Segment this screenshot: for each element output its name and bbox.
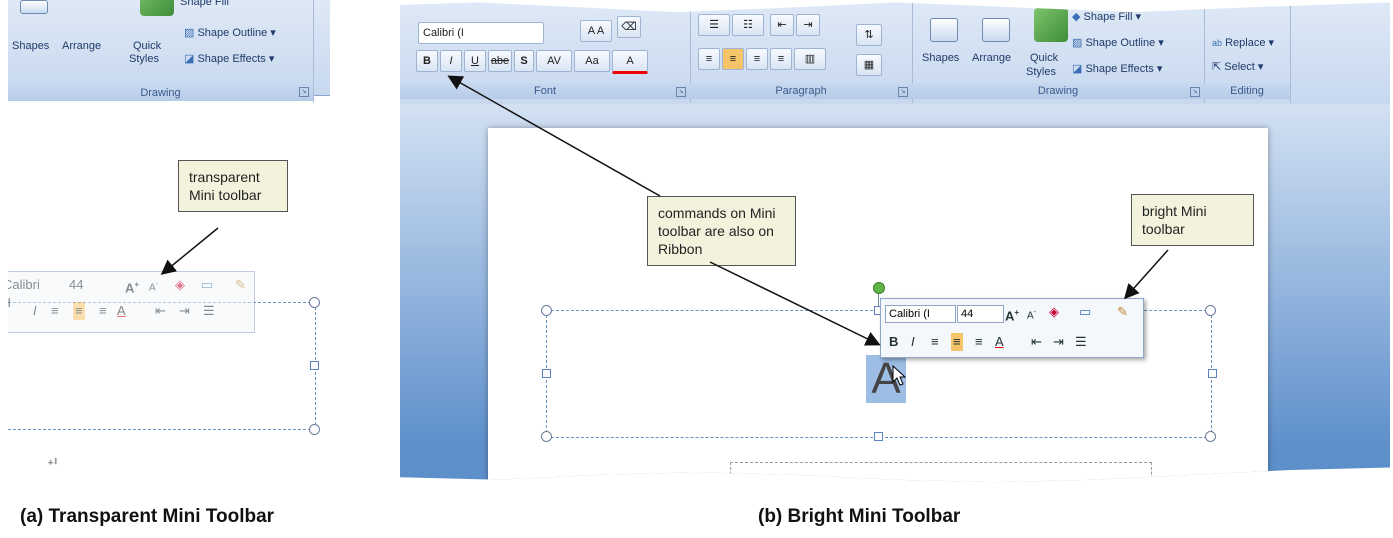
- callout-arrow: [1124, 249, 1169, 300]
- caption-left: (a) Transparent Mini Toolbar: [20, 506, 275, 527]
- arrows-overlay: [160, 75, 1169, 346]
- callout-arrow: [447, 75, 661, 197]
- caption-right: (b) Bright Mini Toolbar: [758, 506, 961, 527]
- callout-arrow: [160, 227, 219, 275]
- callout-arrow: [709, 261, 881, 346]
